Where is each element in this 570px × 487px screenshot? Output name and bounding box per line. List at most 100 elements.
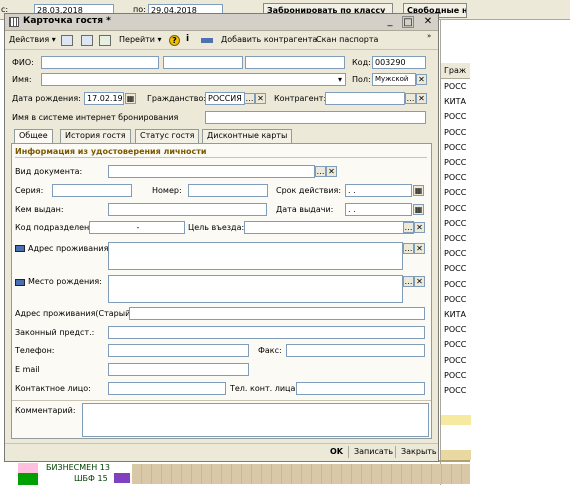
counterparty-field[interactable] (325, 92, 405, 105)
tab-guest-status[interactable]: Статус гостя (135, 129, 200, 143)
residence-address-field[interactable] (108, 242, 403, 270)
citizenship-field[interactable]: РОССИЯ (205, 92, 245, 105)
close-icon[interactable]: ✕ (422, 16, 434, 28)
name-field[interactable] (41, 73, 346, 86)
maximize-icon[interactable]: □ (402, 16, 414, 28)
citizenship-cell[interactable]: РОСС (444, 112, 466, 121)
select-icon[interactable]: … (244, 93, 255, 104)
minimize-icon[interactable]: _ (384, 16, 396, 28)
issued-by-field[interactable] (108, 203, 267, 216)
select-icon[interactable]: … (403, 222, 414, 233)
subdivision-code-field[interactable]: - (89, 221, 185, 234)
toolbar-overflow-icon[interactable]: » (427, 32, 431, 40)
dropdown-arrow-icon[interactable]: ▾ (338, 75, 342, 84)
add-counterparty-button[interactable]: Добавить контрагента (221, 35, 317, 44)
comment-field[interactable] (82, 403, 429, 437)
citizenship-cell[interactable]: КИТА (444, 97, 466, 106)
citizenship-cell[interactable]: РОСС (444, 219, 466, 228)
doc-type-field[interactable] (108, 165, 315, 178)
contact-phone-field[interactable] (296, 382, 425, 395)
clear-icon[interactable]: ✕ (255, 93, 266, 104)
close-button[interactable]: Закрыть (401, 447, 437, 456)
code-field[interactable]: 003290 (372, 56, 426, 69)
scan-passport-button[interactable]: Скан паспорта (316, 35, 378, 44)
citizenship-cell[interactable]: РОСС (444, 325, 466, 334)
ok-button[interactable]: OK (330, 447, 343, 456)
goto-menu[interactable]: Перейти ▾ (119, 35, 162, 44)
clear-icon[interactable]: ✕ (416, 74, 427, 85)
booking-grid-cells[interactable] (132, 464, 470, 484)
legal-representative-field[interactable] (108, 326, 425, 339)
issue-date-label: Дата выдачи: (276, 205, 334, 214)
citizenship-cell[interactable]: РОСС (444, 188, 466, 197)
clear-icon[interactable]: ✕ (416, 93, 427, 104)
save-button[interactable]: Записать (354, 447, 393, 456)
clear-icon[interactable]: ✕ (414, 243, 425, 254)
citizenship-cell[interactable]: РОСС (444, 173, 466, 182)
code-label: Код: (352, 58, 371, 67)
surname-field[interactable] (41, 56, 159, 69)
first-name-field[interactable] (163, 56, 243, 69)
legal-representative-label: Законный предст.: (15, 328, 95, 337)
calendar-icon[interactable]: ▦ (125, 93, 136, 104)
clear-icon[interactable]: ✕ (326, 166, 337, 177)
minus-icon[interactable] (201, 38, 213, 43)
citizenship-cell[interactable]: РОСС (444, 340, 466, 349)
citizenship-cell[interactable]: РОСС (444, 280, 466, 289)
tab-discount-cards[interactable]: Дисконтные карты (202, 129, 293, 143)
old-address-field[interactable] (129, 307, 425, 320)
tree-icon[interactable] (61, 35, 73, 46)
citizenship-cell[interactable]: КИТА (444, 310, 466, 319)
birthplace-field[interactable] (108, 275, 403, 303)
actions-menu[interactable]: Действия ▾ (9, 35, 56, 44)
select-icon[interactable]: … (315, 166, 326, 177)
citizenship-cell[interactable]: РОСС (444, 128, 466, 137)
info-icon[interactable]: i (186, 34, 189, 44)
issue-date-field[interactable]: . . (345, 203, 412, 216)
patronymic-field[interactable] (245, 56, 345, 69)
citizenship-cell[interactable]: РОСС (444, 249, 466, 258)
internet-booking-field[interactable] (205, 111, 426, 124)
citizenship-cell[interactable]: РОСС (444, 204, 466, 213)
form-icon[interactable] (81, 35, 93, 46)
residence-address-label: Адрес проживания: (28, 244, 112, 253)
citizenship-cell[interactable]: РОСС (444, 158, 466, 167)
tab-guest-history[interactable]: История гостя (60, 129, 131, 143)
birth-date-field[interactable]: 17.02.1965 (84, 92, 124, 105)
citizenship-cell[interactable]: РОСС (444, 295, 466, 304)
section-title: Информация из удостоверения личности (15, 147, 207, 156)
tab-general[interactable]: Общее (14, 129, 53, 144)
select-icon[interactable]: … (405, 93, 416, 104)
citizenship-cell[interactable]: РОСС (444, 234, 466, 243)
calendar-icon[interactable]: ▦ (413, 204, 424, 215)
series-field[interactable] (52, 184, 132, 197)
fax-field[interactable] (286, 344, 425, 357)
entry-purpose-field[interactable] (244, 221, 414, 234)
contact-person-field[interactable] (108, 382, 226, 395)
address-icon (15, 245, 25, 252)
email-field[interactable] (108, 363, 249, 376)
dialog-titlebar[interactable]: Карточка гостя * _ □ ✕ (5, 14, 438, 31)
select-icon[interactable]: … (403, 243, 414, 254)
dialog-toolbar: Действия ▾ Перейти ▾ ? i Добавить контра… (5, 32, 438, 50)
citizenship-cell[interactable]: РОСС (444, 143, 466, 152)
help-icon[interactable]: ? (169, 35, 180, 46)
citizenship-cell[interactable]: РОСС (444, 356, 466, 365)
citizenship-cell[interactable]: РОСС (444, 264, 466, 273)
citizenship-cell[interactable]: РОСС (444, 371, 466, 380)
citizenship-cell[interactable]: РОСС (444, 82, 466, 91)
number-field[interactable] (188, 184, 268, 197)
gender-field[interactable]: Мужской (372, 73, 416, 86)
comment-label: Комментарий: (15, 406, 76, 415)
calendar-icon[interactable]: ▦ (413, 185, 424, 196)
select-icon[interactable]: … (403, 276, 414, 287)
booking-block[interactable] (114, 473, 130, 483)
clear-icon[interactable]: ✕ (414, 276, 425, 287)
citizenship-cell[interactable]: РОСС (444, 386, 466, 395)
clear-icon[interactable]: ✕ (414, 222, 425, 233)
window-icon (9, 17, 19, 27)
phone-field[interactable] (108, 344, 249, 357)
birthplace-label: Место рождения: (28, 277, 102, 286)
copy-icon[interactable] (99, 35, 111, 46)
validity-field[interactable]: . . (345, 184, 412, 197)
